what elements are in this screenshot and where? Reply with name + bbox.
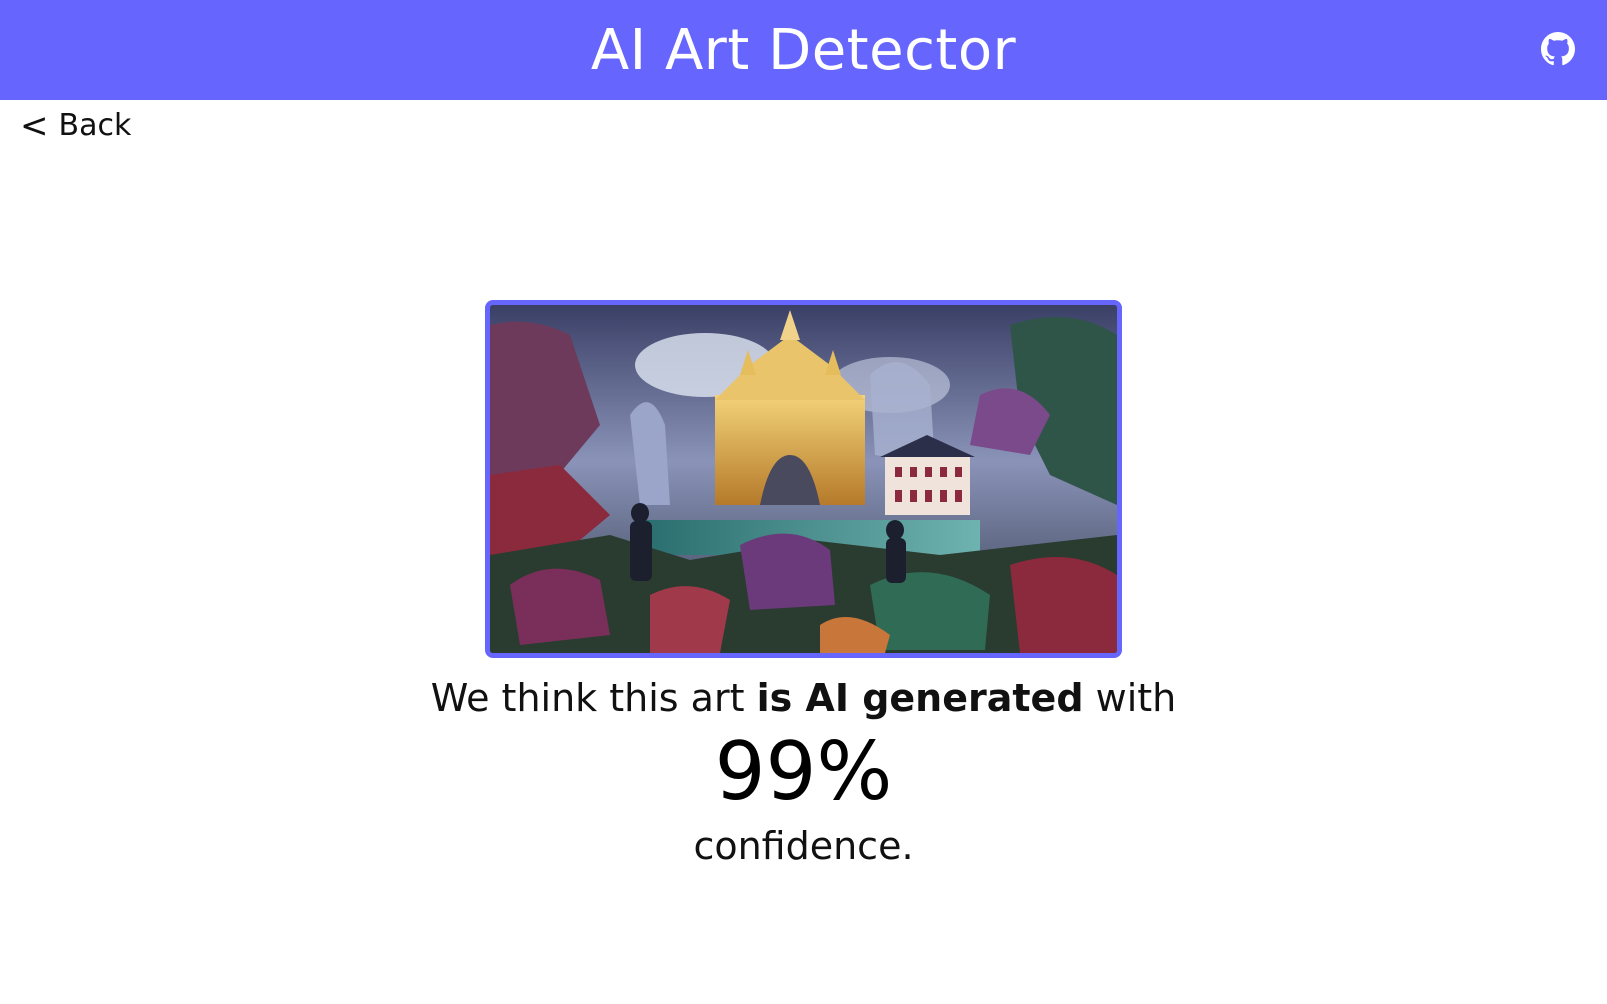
github-icon	[1541, 32, 1575, 66]
github-link[interactable]	[1541, 32, 1575, 66]
artwork-image	[490, 305, 1117, 653]
back-label: Back	[58, 108, 132, 143]
result-suffix: with	[1083, 676, 1177, 720]
confidence-label: confidence.	[693, 824, 914, 868]
back-button[interactable]: < Back	[20, 108, 131, 143]
result-sentence: We think this art is AI generated with	[0, 672, 1607, 724]
uploaded-image	[485, 300, 1122, 658]
result-verdict: is AI generated	[756, 676, 1084, 720]
confidence-value: 99%	[714, 725, 893, 818]
result-prefix: We think this art	[430, 676, 757, 720]
result-panel: We think this art is AI generated with 9…	[0, 672, 1607, 872]
back-chevron-icon: <	[20, 105, 49, 146]
app-header: AI Art Detector	[0, 0, 1607, 100]
app-title: AI Art Detector	[590, 17, 1017, 83]
